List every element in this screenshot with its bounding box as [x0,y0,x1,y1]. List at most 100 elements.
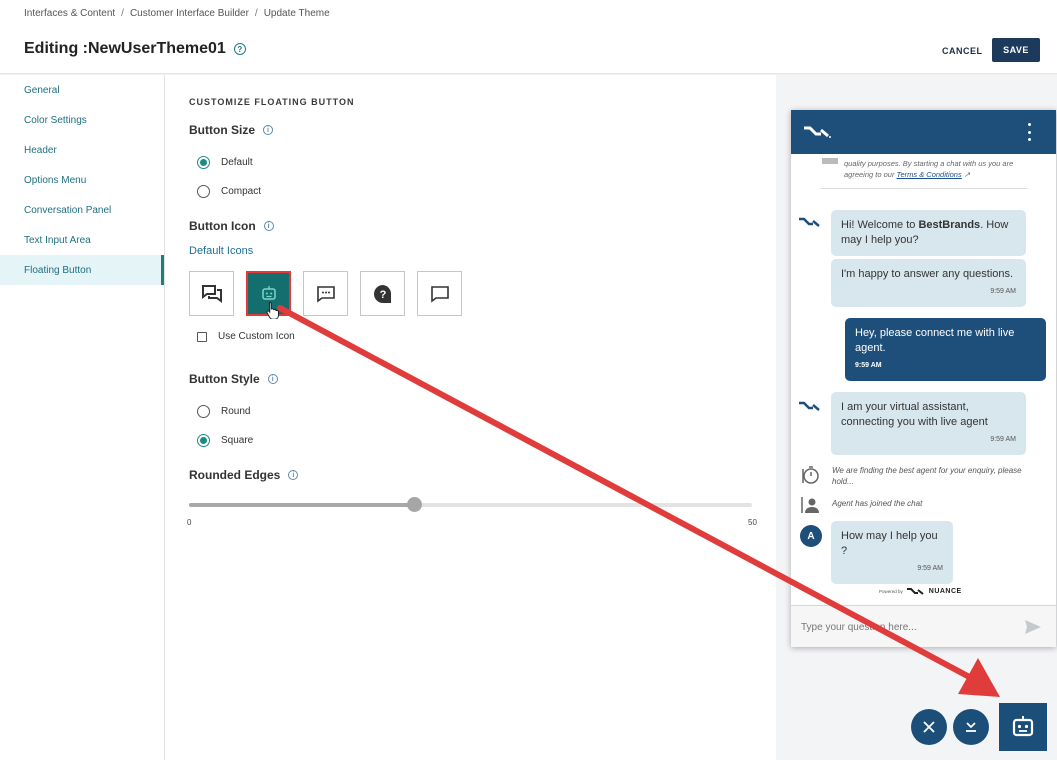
cancel-button[interactable]: CANCEL [934,39,991,63]
breadcrumb-item-current: Update Theme [263,8,330,19]
button-style-label-text: Button Style [189,372,260,386]
chat-header [791,110,1056,154]
radio-style-square[interactable]: Square [197,434,253,447]
bot-avatar-icon [799,217,820,227]
info-icon[interactable]: i [263,221,274,231]
rounded-edges-slider[interactable] [189,497,752,512]
breadcrumb-item[interactable]: Interfaces & Content [24,8,115,19]
radio-style-round[interactable]: Round [197,405,250,418]
bot-avatar-icon [799,401,820,411]
message-text: How may I help you ? [841,530,938,557]
message-text: Hey, please connect me with live agent. [855,327,1015,354]
icon-option-chat-bubbles[interactable] [189,271,234,316]
sidebar-item-conversation-panel[interactable]: Conversation Panel [0,195,164,225]
chat-bubbles-icon [201,284,222,303]
radio-unselected-icon[interactable] [197,405,210,418]
info-icon[interactable]: i [288,470,299,480]
brand-wordmark: NUANCE [928,588,962,595]
page-title: Editing :NewUserTheme01 ? [24,40,246,58]
minimize-chat-button[interactable] [953,709,989,745]
sidebar-item-floating-button[interactable]: Floating Button [0,255,164,285]
chat-menu-icon[interactable] [1025,123,1033,141]
checkbox-box[interactable] [197,331,207,342]
chat-bubble-icon [430,285,449,303]
bot-message: I am your virtual assistant, connecting … [831,392,1026,455]
sidebar-item-options-menu[interactable]: Options Menu [0,165,164,195]
info-icon[interactable]: i [267,374,278,384]
breadcrumb: Interfaces & Content / Customer Interfac… [24,8,330,19]
close-chat-button[interactable] [911,709,947,745]
message-time: 9:59 AM [855,362,882,369]
radio-label: Square [221,435,254,446]
message-text: I am your virtual assistant, connecting … [841,401,988,428]
section-title: CUSTOMIZE FLOATING BUTTON [189,97,355,107]
cursor-hand-icon [266,301,279,319]
rounded-edges-label-text: Rounded Edges [189,468,281,482]
help-bubble-icon: ? [373,284,391,303]
floating-chat-button[interactable] [999,703,1047,751]
send-icon[interactable] [1024,619,1042,635]
sidebar-item-general[interactable]: General [0,75,164,105]
system-message-finding: We are finding the best agent for your e… [801,465,1032,487]
breadcrumb-item[interactable]: Customer Interface Builder [130,8,249,19]
system-message-joined: Agent has joined the chat [801,496,922,514]
button-icon-label: Button Icon i [189,219,274,233]
message-time: 9:59 AM [990,288,1016,295]
chat-input[interactable] [801,618,1011,636]
bot-message: I'm happy to answer any questions. 9:59 … [831,259,1026,307]
settings-sidebar: General Color Settings Header Options Me… [0,75,165,760]
help-icon[interactable]: ? [233,43,246,55]
icon-option-robot[interactable] [246,271,291,319]
sidebar-item-color-settings[interactable]: Color Settings [0,105,164,135]
nuance-logo-icon [906,588,924,595]
message-time: 9:59 AM [990,436,1016,443]
person-icon [801,497,819,513]
system-text: Agent has joined the chat [832,499,923,508]
radio-unselected-icon[interactable] [197,185,210,198]
message-time: 9:59 AM [917,565,943,572]
stopwatch-icon [802,466,819,484]
chat-window-preview: quality purposes. By starting a chat wit… [791,110,1056,647]
use-custom-icon-checkbox[interactable]: Use Custom Icon [197,331,295,342]
user-message: Hey, please connect me with live agent. … [845,318,1046,381]
default-icons-label: Default Icons [189,245,254,257]
message-text: Hi! Welcome to [841,219,919,231]
button-icon-label-text: Button Icon [189,219,256,233]
radio-label: Default [221,157,253,168]
robot-icon [261,285,276,300]
powered-by: Powered by NUANCE [879,587,962,596]
header-actions: CANCEL SAVE [776,0,1057,74]
icon-option-chat-bubble[interactable] [417,271,462,316]
brand-name: BestBrands [918,219,981,231]
info-icon[interactable]: i [263,125,273,135]
icon-option-chat-dots[interactable] [303,271,348,316]
button-size-label-text: Button Size [189,123,255,137]
terms-link[interactable]: Terms & Conditions [897,170,962,179]
radio-selected-icon[interactable] [197,434,210,447]
icon-picker: ? [189,271,462,319]
minimize-icon [966,722,976,732]
radio-selected-icon[interactable] [197,156,210,169]
button-size-label: Button Size i [189,123,273,137]
bot-message: Hi! Welcome to BestBrands. How may I hel… [831,210,1026,256]
agent-message: How may I help you ? 9:59 AM [831,521,953,584]
message-text: I'm happy to answer any questions. [841,268,1014,280]
breadcrumb-separator: / [254,8,258,19]
breadcrumb-separator: / [121,8,124,19]
slider-min-label: 0 [187,518,192,527]
radio-size-default[interactable]: Default [197,156,253,169]
chat-dots-icon [316,285,335,303]
svg-text:?: ? [379,289,386,301]
settings-panel: CUSTOMIZE FLOATING BUTTON Button Size i … [166,75,776,760]
slider-max-label: 50 [748,518,757,527]
disclaimer: quality purposes. By starting a chat wit… [844,158,1034,180]
chat-input-area [791,605,1056,647]
icon-option-help-bubble[interactable]: ? [360,271,405,316]
save-button[interactable]: SAVE [992,38,1040,62]
slider-thumb[interactable] [407,497,423,512]
close-icon [923,721,935,733]
sidebar-item-header[interactable]: Header [0,135,164,165]
sidebar-item-text-input-area[interactable]: Text Input Area [0,225,164,255]
checkbox-label: Use Custom Icon [218,331,295,342]
radio-size-compact[interactable]: Compact [197,185,261,198]
